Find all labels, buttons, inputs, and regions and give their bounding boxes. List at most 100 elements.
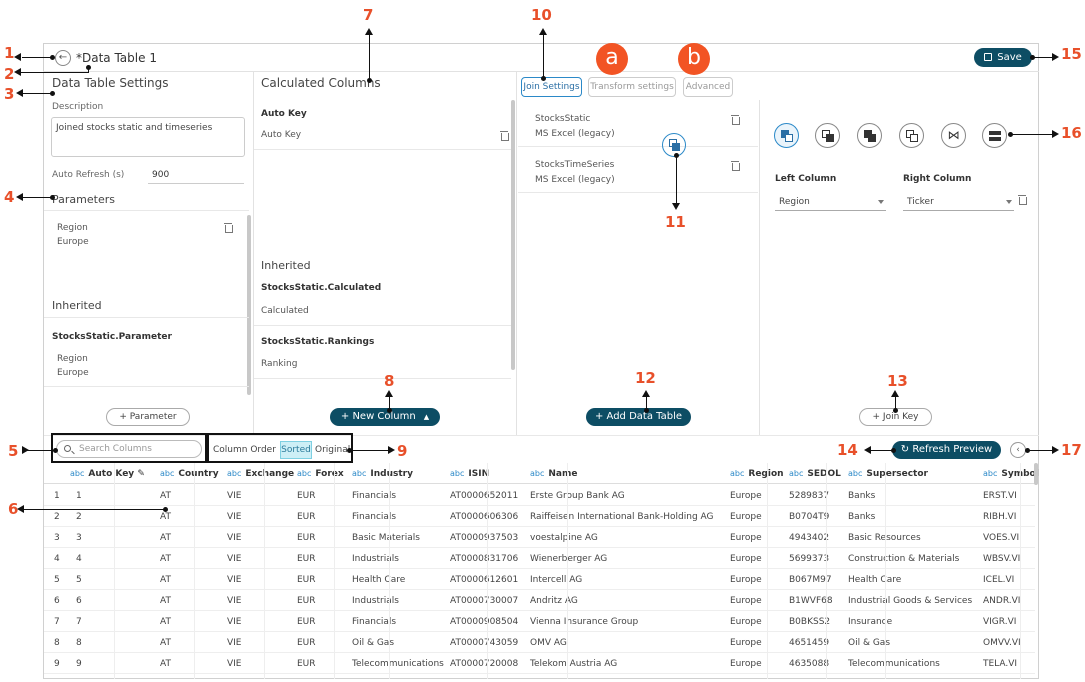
back-button[interactable]: ← bbox=[55, 50, 71, 66]
left-join-icon[interactable] bbox=[774, 123, 799, 148]
right-column-select[interactable]: Ticker bbox=[903, 194, 1014, 211]
inner-join-icon[interactable] bbox=[857, 123, 882, 148]
param-name: Region bbox=[57, 223, 88, 233]
natural-join-icon[interactable]: ⋈ bbox=[941, 123, 966, 148]
column-header[interactable]: abc ISIN bbox=[450, 469, 489, 479]
save-button[interactable]: Save bbox=[974, 48, 1032, 67]
arrowhead bbox=[642, 390, 650, 397]
region-cell: Europe bbox=[730, 638, 762, 648]
table-row[interactable]: 9 9 AT VIE EUR Telecommunications AT0000720008… bbox=[44, 653, 1035, 674]
collapse-icon[interactable]: ‹ bbox=[1010, 442, 1026, 458]
column-header[interactable]: abc SEDOL bbox=[789, 469, 841, 479]
delete-column-icon[interactable] bbox=[500, 130, 509, 141]
exchange-cell: VIE bbox=[227, 638, 242, 648]
arrowhead bbox=[17, 505, 24, 513]
callout-line bbox=[22, 509, 165, 510]
exchange-cell: VIE bbox=[227, 659, 242, 669]
row-number: 8 bbox=[54, 638, 60, 648]
industry-cell: Industrials bbox=[352, 596, 399, 606]
table-row[interactable]: 6 6 AT VIE EUR Industrials AT0000730007 Andritz… bbox=[44, 590, 1035, 611]
column-header[interactable]: abc Country bbox=[160, 469, 219, 479]
callout-dot bbox=[50, 195, 55, 200]
arrowhead bbox=[891, 390, 899, 397]
isin-cell: AT0000743059 bbox=[450, 638, 519, 648]
inherited-param-name: Region bbox=[57, 354, 88, 364]
callout-16: 16 bbox=[1061, 124, 1082, 142]
callout-10: 10 bbox=[531, 6, 552, 24]
isin-cell: AT0000612601 bbox=[450, 575, 519, 585]
column-header[interactable]: abc Name bbox=[530, 469, 577, 479]
pencil-icon[interactable]: ✎ bbox=[137, 469, 145, 479]
column-header[interactable]: abc Auto Key ✎ bbox=[70, 469, 145, 479]
column-header[interactable]: abcSymbol bbox=[983, 469, 1039, 479]
industry-cell: Health Care bbox=[352, 575, 406, 585]
callout-9: 9 bbox=[397, 442, 408, 460]
callout-2: 2 bbox=[4, 65, 15, 83]
column-header[interactable]: abc Industry bbox=[352, 469, 413, 479]
symbol-cell: VOES.VI bbox=[983, 533, 1020, 543]
callout-dot bbox=[644, 408, 649, 413]
tab-join-settings[interactable]: Join Settings bbox=[521, 77, 582, 97]
callout-4: 4 bbox=[4, 188, 15, 206]
table-row[interactable]: 2 2 AT VIE EUR Financials AT0000606306 Raiffeis… bbox=[44, 506, 1035, 527]
settings-scrollbar[interactable] bbox=[247, 215, 251, 395]
callout-11: 11 bbox=[665, 213, 686, 231]
industry-cell: Oil & Gas bbox=[352, 638, 395, 648]
row-number: 4 bbox=[54, 554, 60, 564]
tab-transform-settings[interactable]: Transform settings bbox=[588, 77, 676, 97]
callout-dot bbox=[893, 408, 898, 413]
forex-cell: EUR bbox=[297, 533, 316, 543]
arrowhead bbox=[1052, 130, 1059, 138]
table-row[interactable]: 8 8 AT VIE EUR Oil & Gas AT0000743059 OMV AG Eur… bbox=[44, 632, 1035, 653]
delete-source-icon[interactable] bbox=[731, 160, 740, 171]
column-header[interactable]: abc Forex bbox=[297, 469, 344, 479]
table-row[interactable]: 4 4 AT VIE EUR Industrials AT0000831706 Wienerb… bbox=[44, 548, 1035, 569]
symbol-cell: ERST.VI bbox=[983, 491, 1017, 501]
tab-advanced[interactable]: Advanced bbox=[683, 77, 733, 97]
column-separator bbox=[194, 463, 195, 679]
grid-scrollbar[interactable] bbox=[1034, 463, 1038, 485]
auto-refresh-input[interactable]: 900 bbox=[148, 167, 244, 184]
column-header[interactable]: abc Region bbox=[730, 469, 784, 479]
forex-cell: EUR bbox=[297, 659, 316, 669]
left-column-select[interactable]: Region bbox=[775, 194, 886, 211]
source-name: StocksStatic bbox=[535, 114, 591, 124]
sedol-cell: 4943402 bbox=[789, 533, 830, 543]
union-icon[interactable] bbox=[982, 123, 1007, 148]
country-cell: AT bbox=[160, 575, 171, 585]
arrowhead bbox=[22, 446, 29, 454]
table-row[interactable]: 3 3 AT VIE EUR Basic Materials AT0000937503 voe… bbox=[44, 527, 1035, 548]
new-column-button[interactable]: + New Column ▲ bbox=[330, 408, 440, 426]
add-parameter-button[interactable]: + Parameter bbox=[106, 408, 190, 426]
type-abc: abc bbox=[789, 469, 804, 478]
refresh-preview-button[interactable]: ↻ Refresh Preview bbox=[892, 441, 1001, 459]
caret-up-icon: ▲ bbox=[423, 413, 430, 421]
outer-join-icon[interactable] bbox=[899, 123, 924, 148]
add-data-table-button[interactable]: + Add Data Table bbox=[586, 408, 691, 426]
delete-join-key-icon[interactable] bbox=[1018, 194, 1027, 205]
column-header[interactable]: abc Exchange bbox=[227, 469, 294, 479]
table-row[interactable]: 5 5 AT VIE EUR Health Care AT0000612601 Interce… bbox=[44, 569, 1035, 590]
exchange-cell: VIE bbox=[227, 533, 242, 543]
arrowhead bbox=[16, 193, 23, 201]
column-label: Forex bbox=[315, 469, 344, 479]
left-column-label: Left Column bbox=[775, 174, 837, 184]
region-cell: Europe bbox=[730, 617, 762, 627]
right-join-icon[interactable] bbox=[815, 123, 840, 148]
title-bar bbox=[43, 43, 1039, 72]
delete-parameter-icon[interactable] bbox=[224, 222, 233, 233]
column-header[interactable]: abc Supersector bbox=[848, 469, 928, 479]
callout-dot bbox=[50, 91, 55, 96]
supersector-cell: Health Care bbox=[848, 575, 902, 585]
calculated-scrollbar[interactable] bbox=[511, 100, 515, 370]
column-separator bbox=[885, 463, 886, 679]
row-number: 9 bbox=[54, 659, 60, 669]
plus-icon: + bbox=[872, 412, 883, 422]
country-cell: AT bbox=[160, 533, 171, 543]
table-row[interactable]: 1 1 AT VIE EUR Financials AT0000652011 Erste Gr… bbox=[44, 485, 1035, 506]
delete-source-icon[interactable] bbox=[731, 114, 740, 125]
table-row[interactable]: 7 7 AT VIE EUR Financials AT0000908504 Vienna I… bbox=[44, 611, 1035, 632]
description-field[interactable]: Joined stocks static and timeseries bbox=[51, 117, 245, 157]
region-cell: Europe bbox=[730, 659, 762, 669]
region-cell: Europe bbox=[730, 512, 762, 522]
